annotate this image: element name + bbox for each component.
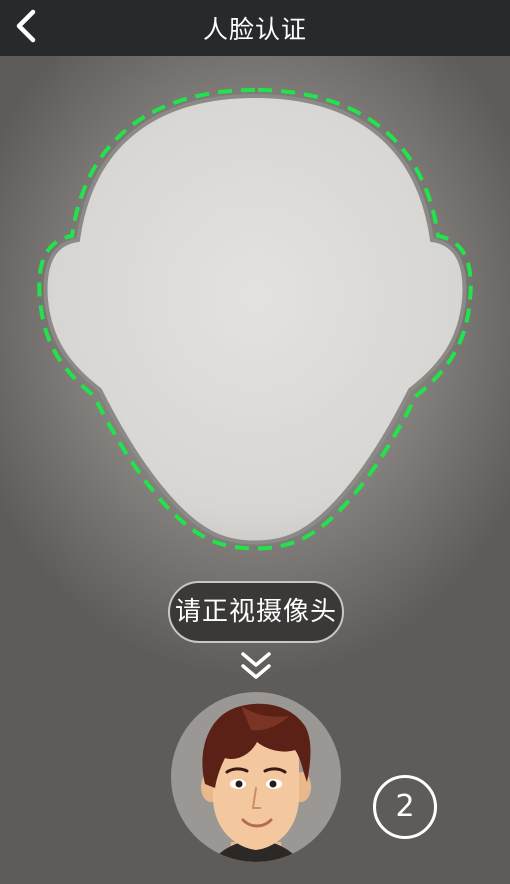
avatar <box>171 692 341 862</box>
countdown-badge: 2 <box>373 775 437 839</box>
double-chevron-down-icon <box>241 652 271 679</box>
face-guide-frame <box>37 87 473 551</box>
top-bar: 人脸认证 <box>0 0 510 56</box>
page-title: 人脸认证 <box>202 15 307 44</box>
cartoon-face-avatar <box>201 703 311 862</box>
instruction-bubble: 请正视摄像头 <box>168 581 344 643</box>
face-outline-area <box>43 93 467 545</box>
